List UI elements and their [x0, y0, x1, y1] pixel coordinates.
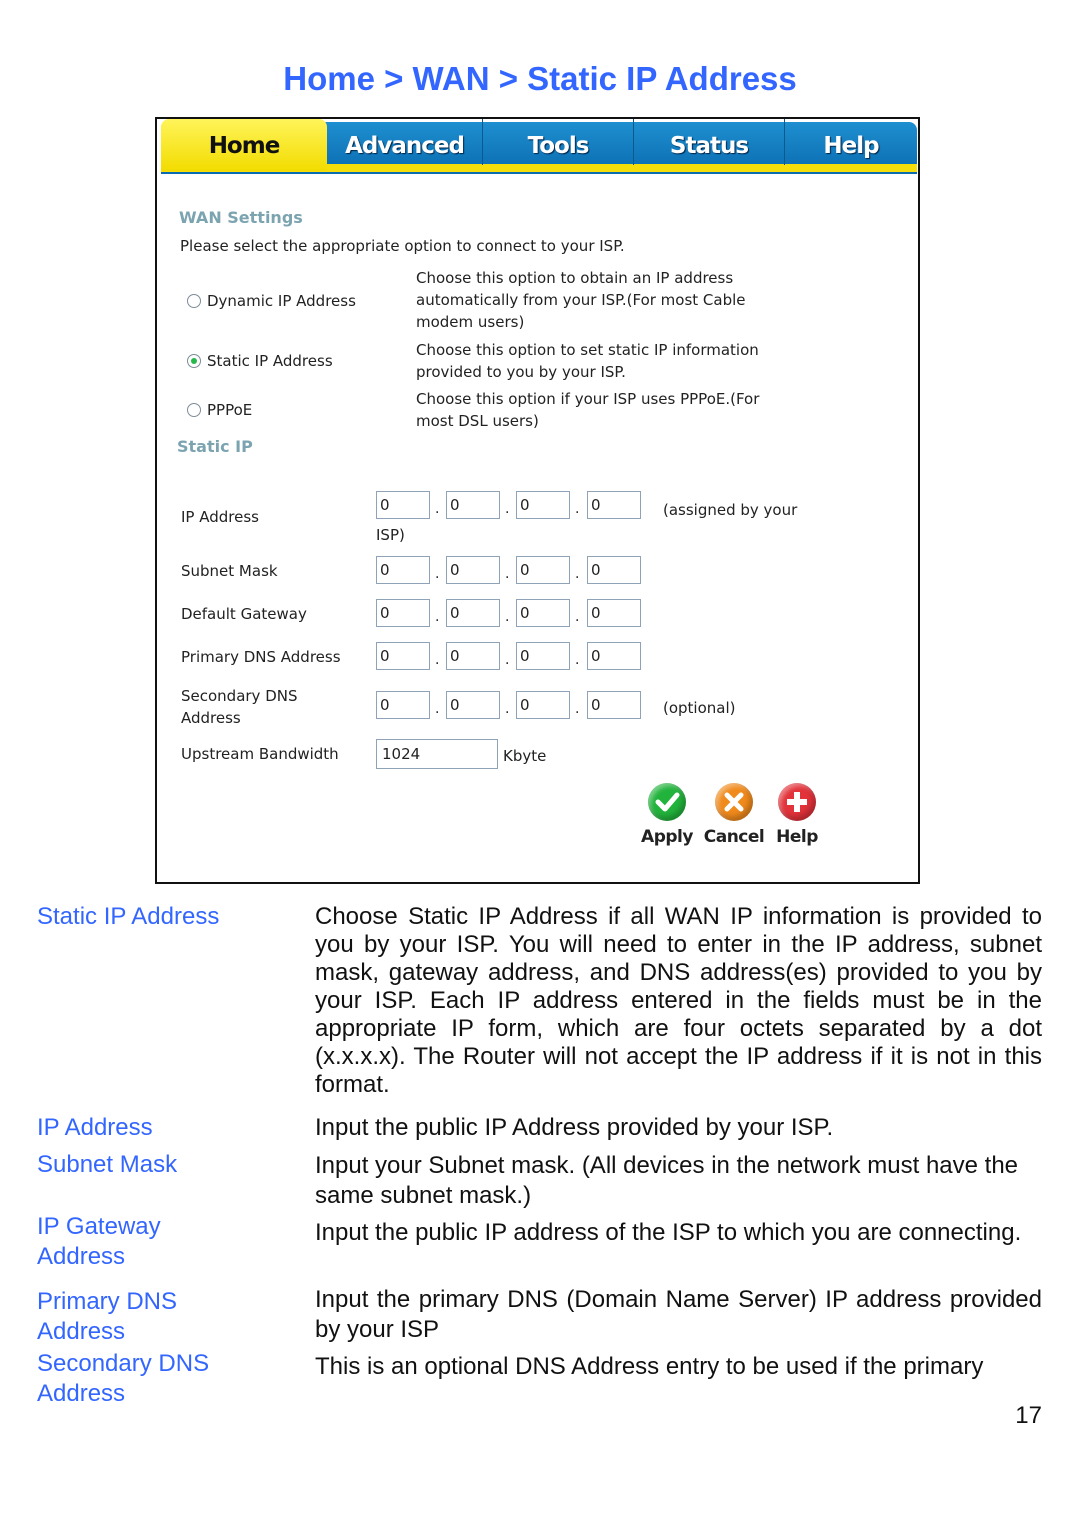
subnet-mask-label: Subnet Mask	[181, 562, 278, 580]
desc-line: Choose this option to set static IP info…	[416, 341, 759, 359]
ip-address-note: (assigned by your	[663, 501, 798, 519]
desc-line: provided to you by your ISP.	[416, 363, 626, 381]
octet-dot: .	[575, 652, 580, 668]
octet-dot: .	[575, 701, 580, 717]
option-label-pppoe[interactable]: PPPoE	[207, 401, 252, 419]
secondary-dns-octet-1[interactable]	[376, 691, 430, 719]
label-line: Address	[181, 709, 241, 727]
secondary-dns-octet-4[interactable]	[587, 691, 641, 719]
router-screenshot: Home Advanced Tools Status Help WAN Sett…	[155, 117, 920, 884]
bandwidth-unit: Kbyte	[503, 747, 547, 765]
label-line: Secondary DNS	[181, 687, 298, 705]
wan-instruction: Please select the appropriate option to …	[180, 237, 625, 255]
octet-dot: .	[435, 501, 440, 517]
subnet-mask-octet-3[interactable]	[516, 556, 570, 584]
octet-dot: .	[435, 609, 440, 625]
primary-dns-label: Primary DNS Address	[181, 648, 341, 666]
desc-line: modem users)	[416, 313, 525, 331]
help-label: Help	[776, 827, 818, 847]
octet-dot: .	[575, 609, 580, 625]
desc-line: Choose this option if your ISP uses PPPo…	[416, 390, 760, 408]
octet-dot: .	[505, 566, 510, 582]
default-gateway-octet-2[interactable]	[446, 599, 500, 627]
option-label-dynamic-ip[interactable]: Dynamic IP Address	[207, 292, 356, 310]
doc-text-ip-gateway: Input the public IP address of the ISP t…	[315, 1219, 1022, 1246]
check-icon	[648, 783, 686, 821]
radio-static-ip[interactable]	[187, 354, 201, 368]
ip-address-note-cont: ISP)	[376, 526, 405, 544]
octet-dot: .	[435, 701, 440, 717]
octet-dot: .	[505, 609, 510, 625]
apply-button[interactable]: Apply	[635, 783, 699, 847]
octet-dot: .	[505, 701, 510, 717]
option-desc-static-ip: Choose this option to set static IP info…	[416, 339, 759, 383]
octet-dot: .	[575, 566, 580, 582]
primary-dns-octet-4[interactable]	[587, 642, 641, 670]
doc-text-subnet-mask: Input your Subnet mask. (All devices in …	[315, 1152, 1019, 1209]
apply-label: Apply	[641, 827, 693, 847]
help-button[interactable]: Help	[769, 783, 825, 847]
octet-dot: .	[505, 652, 510, 668]
primary-dns-octet-3[interactable]	[516, 642, 570, 670]
default-gateway-label: Default Gateway	[181, 605, 307, 623]
upstream-bandwidth-input[interactable]	[376, 739, 498, 769]
doc-term-ip-gateway: IP Gateway Address	[37, 1213, 161, 1270]
x-icon	[715, 783, 753, 821]
default-gateway-octet-4[interactable]	[587, 599, 641, 627]
doc-term-primary-dns: Primary DNS Address	[37, 1288, 178, 1345]
subnet-mask-octet-4[interactable]	[587, 556, 641, 584]
octet-dot: .	[435, 652, 440, 668]
octet-dot: .	[505, 501, 510, 517]
subnet-mask-octet-2[interactable]	[446, 556, 500, 584]
doc-term-secondary-dns: Secondary DNS Address	[37, 1350, 210, 1407]
secondary-dns-label: Secondary DNS Address	[181, 685, 298, 729]
doc-text-static-ip: Choose Static IP Address if all WAN IP i…	[315, 903, 1042, 1098]
octet-dot: .	[435, 566, 440, 582]
doc-term-ip-address: IP Address	[37, 1114, 153, 1141]
desc-line: most DSL users)	[416, 412, 539, 430]
radio-pppoe[interactable]	[187, 403, 201, 417]
default-gateway-octet-3[interactable]	[516, 599, 570, 627]
subnet-mask-octet-1[interactable]	[376, 556, 430, 584]
option-label-static-ip[interactable]: Static IP Address	[207, 352, 333, 370]
upstream-bandwidth-label: Upstream Bandwidth	[181, 745, 339, 763]
page-title: Home > WAN > Static IP Address	[283, 60, 797, 97]
cancel-label: Cancel	[703, 827, 765, 847]
ip-address-octet-1[interactable]	[376, 491, 430, 519]
radio-dynamic-ip[interactable]	[187, 294, 201, 308]
secondary-dns-note: (optional)	[663, 699, 736, 717]
doc-text-ip-address: Input the public IP Address provided by …	[315, 1114, 834, 1141]
ip-address-octet-3[interactable]	[516, 491, 570, 519]
octet-dot: .	[575, 501, 580, 517]
doc-text-primary-dns: Input the primary DNS (Domain Name Serve…	[315, 1286, 1042, 1343]
doc-text-secondary-dns: This is an optional DNS Address entry to…	[315, 1353, 984, 1380]
wan-settings-heading: WAN Settings	[179, 208, 303, 227]
primary-dns-octet-1[interactable]	[376, 642, 430, 670]
static-ip-heading: Static IP	[177, 437, 253, 456]
ip-address-octet-4[interactable]	[587, 491, 641, 519]
cancel-button[interactable]: Cancel	[699, 783, 769, 847]
plus-icon	[778, 783, 816, 821]
secondary-dns-octet-3[interactable]	[516, 691, 570, 719]
doc-term-subnet-mask: Subnet Mask	[37, 1151, 178, 1178]
option-desc-dynamic-ip: Choose this option to obtain an IP addre…	[416, 267, 746, 333]
primary-dns-octet-2[interactable]	[446, 642, 500, 670]
option-desc-pppoe: Choose this option if your ISP uses PPPo…	[416, 388, 759, 432]
desc-line: Choose this option to obtain an IP addre…	[416, 269, 734, 287]
page-number: 17	[1015, 1402, 1042, 1429]
default-gateway-octet-1[interactable]	[376, 599, 430, 627]
desc-line: automatically from your ISP.(For most Ca…	[416, 291, 746, 309]
secondary-dns-octet-2[interactable]	[446, 691, 500, 719]
ip-address-label: IP Address	[181, 508, 259, 526]
ip-address-octet-2[interactable]	[446, 491, 500, 519]
doc-term-static-ip: Static IP Address	[37, 903, 220, 930]
